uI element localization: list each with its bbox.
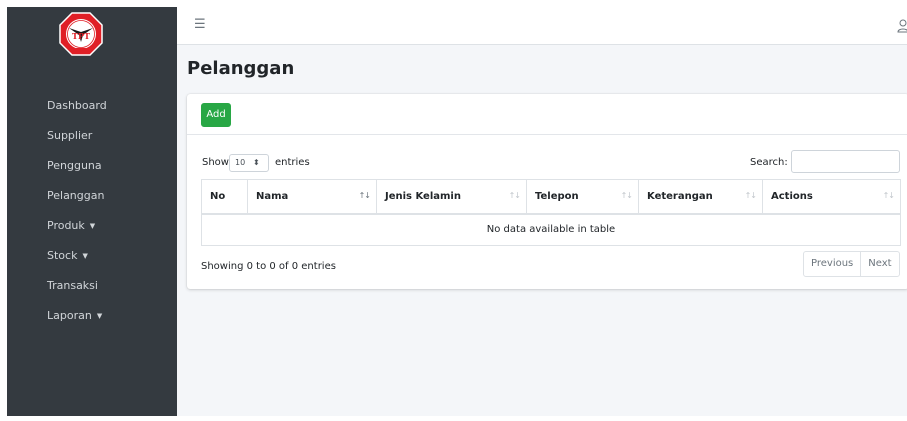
user-icon[interactable] [897, 19, 907, 33]
card-header: Add [187, 94, 907, 135]
previous-page-button[interactable]: Previous [804, 252, 862, 276]
caret-down-icon: ▼ [96, 312, 103, 320]
window-top-edge [0, 0, 907, 7]
column-header-keterangan[interactable]: Keterangan ↑↓ [638, 179, 763, 215]
table-header-row: No Nama ↑↓ Jenis Kelamin ↑↓ Telepon ↑↓ Kete… [201, 179, 901, 215]
pagination: Previous Next [803, 251, 900, 277]
menu-icon[interactable]: ☰ [194, 18, 206, 32]
sidebar-item-label: Produk [47, 219, 85, 232]
column-header-actions[interactable]: Actions ↑↓ [762, 179, 901, 215]
next-page-button[interactable]: Next [861, 252, 898, 276]
caret-down-icon: ▼ [82, 252, 88, 260]
entries-select-value: 10 [235, 158, 246, 167]
length-show-label: Show [202, 157, 229, 168]
search-input[interactable] [791, 150, 900, 173]
sort-icon: ↑↓ [882, 191, 895, 200]
brand-logo[interactable]: TPT [59, 12, 103, 56]
column-header-nama[interactable]: Nama ↑↓ [247, 179, 377, 215]
sidebar-item-label: Pelanggan [47, 189, 105, 202]
main-content: ☰ Pelanggan Add Show 10 ⬍ entries Search… [177, 7, 907, 416]
column-header-label: Actions [771, 190, 813, 202]
add-button[interactable]: Add [201, 103, 231, 127]
sidebar-item-laporan[interactable]: Laporan ▼ [7, 309, 177, 339]
customers-card: Add Show 10 ⬍ entries Search: No Nama ↑↓ … [187, 94, 907, 289]
table-row: No data available in table [201, 213, 901, 246]
sort-icon: ↑↓ [508, 191, 521, 200]
sidebar-item-label: Pengguna [47, 159, 102, 172]
sidebar-item-label: Supplier [47, 129, 93, 142]
sidebar-item-pelanggan[interactable]: Pelanggan [7, 189, 177, 219]
column-header-label: Keterangan [647, 190, 713, 202]
page-title: Pelanggan [187, 58, 295, 79]
caret-down-icon: ▼ [89, 222, 96, 230]
column-header-telepon[interactable]: Telepon ↑↓ [526, 179, 639, 215]
customers-table: No Nama ↑↓ Jenis Kelamin ↑↓ Telepon ↑↓ Kete… [201, 179, 901, 246]
sidebar-nav: Dashboard Supplier Pengguna Pelanggan Pr… [7, 99, 177, 339]
column-header-label: Nama [256, 190, 289, 202]
sidebar-item-produk[interactable]: Produk ▼ [7, 219, 177, 249]
entries-select[interactable]: 10 ⬍ [229, 154, 269, 172]
sidebar-item-label: Transaksi [47, 279, 98, 292]
column-header-label: No [210, 190, 226, 202]
column-header-label: Jenis Kelamin [385, 190, 461, 202]
empty-table-message: No data available in table [201, 213, 901, 246]
sort-icon: ↑↓ [620, 191, 633, 200]
column-header-label: Telepon [535, 190, 579, 202]
length-entries-label: entries [275, 157, 310, 168]
sidebar-item-label: Laporan [47, 309, 92, 322]
sidebar-item-dashboard[interactable]: Dashboard [7, 99, 177, 129]
sidebar: TPT Dashboard Supplier Pengguna Pelangga… [7, 7, 177, 416]
sidebar-item-label: Stock [47, 249, 78, 262]
select-updown-icon: ⬍ [253, 158, 260, 167]
sidebar-item-label: Dashboard [47, 99, 107, 112]
sidebar-item-transaksi[interactable]: Transaksi [7, 279, 177, 309]
window-bottom-edge [0, 416, 907, 421]
top-navbar: ☰ [177, 7, 907, 45]
sidebar-item-supplier[interactable]: Supplier [7, 129, 177, 159]
column-header-jenis-kelamin[interactable]: Jenis Kelamin ↑↓ [376, 179, 527, 215]
column-header-no[interactable]: No [201, 179, 248, 215]
search-label: Search: [750, 157, 788, 168]
sort-icon: ↑↓ [358, 191, 371, 200]
logo-text: TPT [72, 31, 90, 41]
sidebar-item-stock[interactable]: Stock ▼ [7, 249, 177, 279]
table-info: Showing 0 to 0 of 0 entries [201, 261, 336, 272]
sort-icon: ↑↓ [744, 191, 757, 200]
sidebar-item-pengguna[interactable]: Pengguna [7, 159, 177, 189]
